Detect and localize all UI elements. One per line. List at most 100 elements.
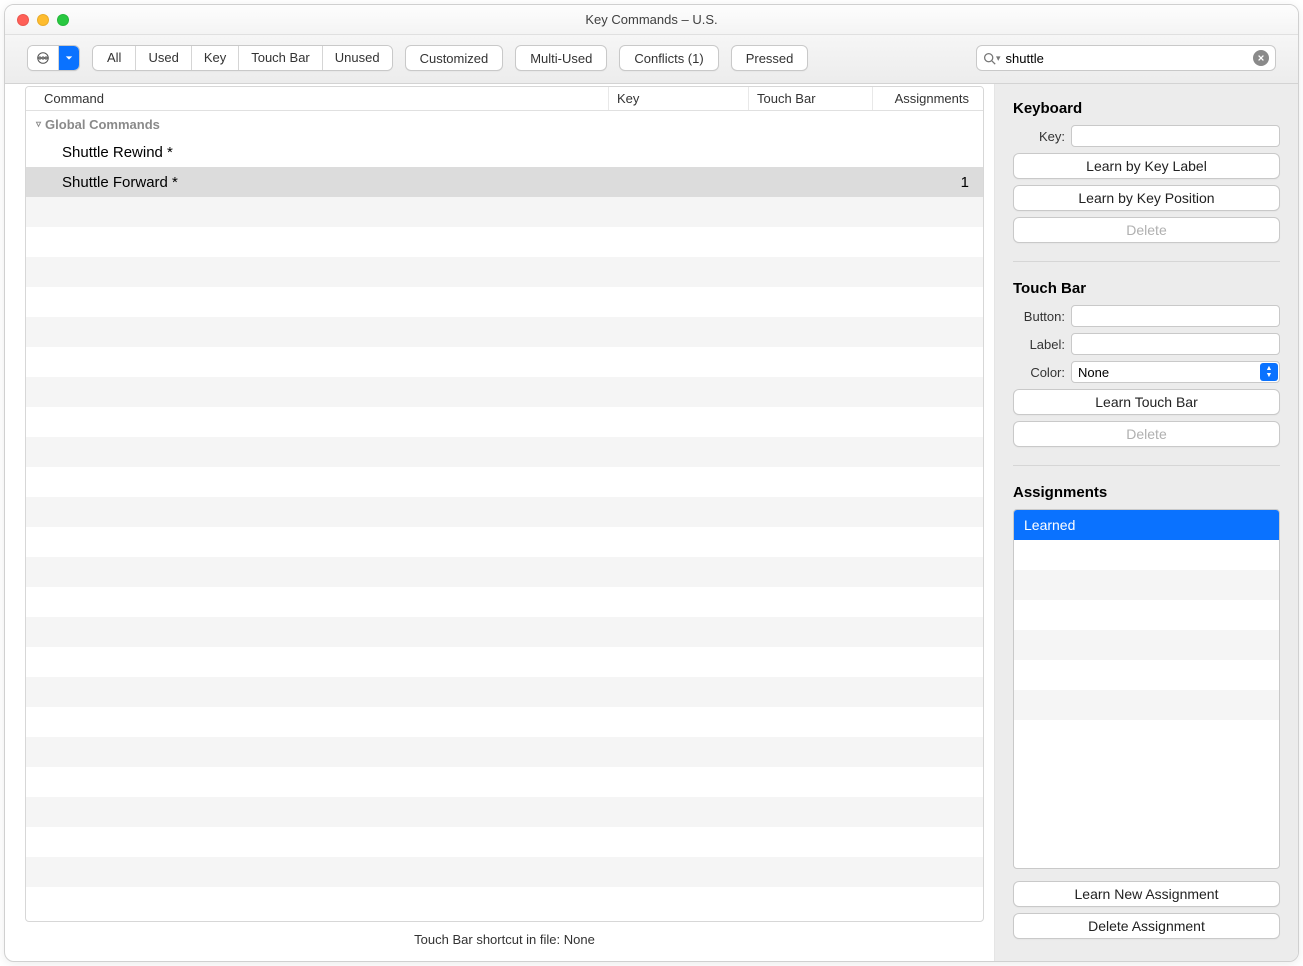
key-field-row: Key: <box>1013 125 1280 147</box>
table-header: Command Key Touch Bar Assignments <box>26 87 983 111</box>
assignment-row[interactable] <box>1014 570 1279 600</box>
separator <box>1013 465 1280 466</box>
cell-command: Shuttle Rewind * <box>26 144 609 161</box>
learn-by-key-label-button[interactable]: Learn by Key Label <box>1013 153 1280 179</box>
tb-label-label: Label: <box>1013 337 1071 352</box>
empty-row <box>26 317 983 347</box>
group-name: Global Commands <box>45 117 160 132</box>
table-body: ▿ Global Commands Shuttle Rewind * Shuttle … <box>26 111 983 921</box>
tb-button-input[interactable] <box>1071 305 1280 327</box>
empty-row <box>26 647 983 677</box>
col-key[interactable]: Key <box>609 87 749 110</box>
pressed-button[interactable]: Pressed <box>731 45 809 71</box>
empty-row <box>26 587 983 617</box>
keyboard-section-title: Keyboard <box>1013 94 1280 125</box>
body: Command Key Touch Bar Assignments ▿ Globa… <box>5 84 1298 961</box>
tb-label-input[interactable] <box>1071 333 1280 355</box>
clear-search-button[interactable] <box>1253 50 1269 66</box>
commands-table: Command Key Touch Bar Assignments ▿ Globa… <box>25 86 984 922</box>
group-row[interactable]: ▿ Global Commands <box>26 111 983 137</box>
filter-all[interactable]: All <box>93 46 136 70</box>
titlebar: Key Commands – U.S. <box>5 5 1298 35</box>
minimize-window-button[interactable] <box>37 14 49 26</box>
customized-button[interactable]: Customized <box>405 45 504 71</box>
empty-row <box>26 737 983 767</box>
cell-command: Shuttle Forward * <box>26 174 609 191</box>
cell-assignments: 1 <box>873 174 983 191</box>
tb-button-label: Button: <box>1013 309 1071 324</box>
assignment-row[interactable]: Learned <box>1014 510 1279 540</box>
tb-color-label: Color: <box>1013 365 1071 380</box>
empty-row <box>26 677 983 707</box>
empty-row <box>26 377 983 407</box>
empty-row <box>26 557 983 587</box>
filter-used[interactable]: Used <box>136 46 191 70</box>
assignments-list[interactable]: Learned <box>1013 509 1280 869</box>
tb-label-row: Label: <box>1013 333 1280 355</box>
empty-row <box>26 197 983 227</box>
zoom-window-button[interactable] <box>57 14 69 26</box>
assignment-row[interactable] <box>1014 660 1279 690</box>
tb-color-value: None <box>1078 365 1109 380</box>
assignment-row[interactable] <box>1014 690 1279 720</box>
search-input[interactable] <box>1002 51 1253 66</box>
toolbar: All Used Key Touch Bar Unused Customized… <box>5 35 1298 84</box>
assignments-section-title: Assignments <box>1013 478 1280 509</box>
assignment-row[interactable] <box>1014 600 1279 630</box>
search-icon <box>983 51 997 65</box>
filter-key[interactable]: Key <box>192 46 239 70</box>
empty-row <box>26 497 983 527</box>
tb-button-row: Button: <box>1013 305 1280 327</box>
empty-row <box>26 257 983 287</box>
delete-assignment-button[interactable]: Delete Assignment <box>1013 913 1280 939</box>
tb-color-row: Color: None ▲▼ <box>1013 361 1280 383</box>
learn-touch-bar-button[interactable]: Learn Touch Bar <box>1013 389 1280 415</box>
empty-row <box>26 287 983 317</box>
tb-color-select[interactable]: None ▲▼ <box>1071 361 1280 383</box>
empty-row <box>26 527 983 557</box>
key-commands-window: Key Commands – U.S. All Used Key Touch B… <box>4 4 1299 962</box>
left-pane: Command Key Touch Bar Assignments ▿ Globa… <box>5 84 994 961</box>
empty-row <box>26 857 983 887</box>
assignment-row[interactable] <box>1014 630 1279 660</box>
conflicts-button[interactable]: Conflicts (1) <box>619 45 718 71</box>
options-icon[interactable] <box>28 46 59 70</box>
touchbar-section-title: Touch Bar <box>1013 274 1280 305</box>
col-assignments[interactable]: Assignments <box>873 87 983 110</box>
filter-unused[interactable]: Unused <box>323 46 392 70</box>
table-row[interactable]: Shuttle Rewind * <box>26 137 983 167</box>
inspector-sidebar: Keyboard Key: Learn by Key Label Learn b… <box>994 84 1298 961</box>
footer-status: Touch Bar shortcut in file: None <box>25 922 984 961</box>
disclosure-icon: ▿ <box>36 119 41 130</box>
options-menu[interactable] <box>27 45 80 71</box>
multi-used-button[interactable]: Multi-Used <box>515 45 607 71</box>
touchbar-delete-button[interactable]: Delete <box>1013 421 1280 447</box>
col-command[interactable]: Command <box>26 87 609 110</box>
empty-row <box>26 437 983 467</box>
search-field[interactable]: ▾ <box>976 45 1276 71</box>
empty-row <box>26 467 983 497</box>
select-arrows-icon: ▲▼ <box>1260 363 1278 381</box>
assignment-row[interactable] <box>1014 540 1279 570</box>
learn-by-key-position-button[interactable]: Learn by Key Position <box>1013 185 1280 211</box>
empty-row <box>26 797 983 827</box>
key-input[interactable] <box>1071 125 1280 147</box>
table-row[interactable]: Shuttle Forward * 1 <box>26 167 983 197</box>
empty-row <box>26 407 983 437</box>
filter-touchbar[interactable]: Touch Bar <box>239 46 323 70</box>
empty-row <box>26 707 983 737</box>
key-label: Key: <box>1013 129 1071 144</box>
keyboard-delete-button[interactable]: Delete <box>1013 217 1280 243</box>
filter-segment: All Used Key Touch Bar Unused <box>92 45 393 71</box>
empty-row <box>26 827 983 857</box>
col-touchbar[interactable]: Touch Bar <box>749 87 873 110</box>
traffic-lights <box>5 14 69 26</box>
separator <box>1013 261 1280 262</box>
empty-row <box>26 227 983 257</box>
empty-row <box>26 767 983 797</box>
close-window-button[interactable] <box>17 14 29 26</box>
learn-new-assignment-button[interactable]: Learn New Assignment <box>1013 881 1280 907</box>
search-scope-dropdown-icon[interactable]: ▾ <box>996 53 1001 64</box>
options-dropdown-icon[interactable] <box>59 46 79 70</box>
empty-row <box>26 347 983 377</box>
